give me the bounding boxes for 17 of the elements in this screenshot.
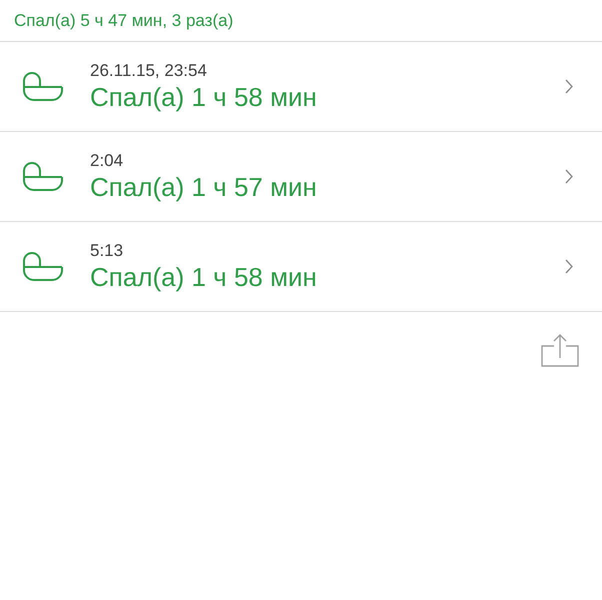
bassinet-icon	[22, 162, 64, 192]
share-icon[interactable]	[541, 334, 579, 367]
chevron-icon	[565, 259, 573, 274]
sleep-summary: Спал(а) 5 ч 47 мин, 3 раз(а)	[14, 10, 234, 32]
sleep-entry-row[interactable]: 2:04 Спал(а) 1 ч 57 мин	[0, 132, 602, 222]
entry-duration: Спал(а) 1 ч 58 мин	[90, 80, 318, 112]
chevron-icon	[565, 169, 573, 184]
sleep-entry-row[interactable]: 26.11.15, 23:54 Спал(а) 1 ч 58 мин	[0, 42, 602, 132]
entry-time: 5:13	[90, 240, 124, 260]
bassinet-icon	[22, 72, 64, 102]
chevron-icon	[565, 79, 573, 94]
entry-time: 2:04	[90, 150, 124, 170]
entry-time: 26.11.15, 23:54	[90, 60, 208, 80]
sleep-entry-row[interactable]: 5:13 Спал(а) 1 ч 58 мин	[0, 222, 602, 312]
entry-duration: Спал(а) 1 ч 57 мин	[90, 170, 318, 202]
bassinet-icon	[22, 252, 64, 282]
entry-duration: Спал(а) 1 ч 58 мин	[90, 260, 318, 292]
